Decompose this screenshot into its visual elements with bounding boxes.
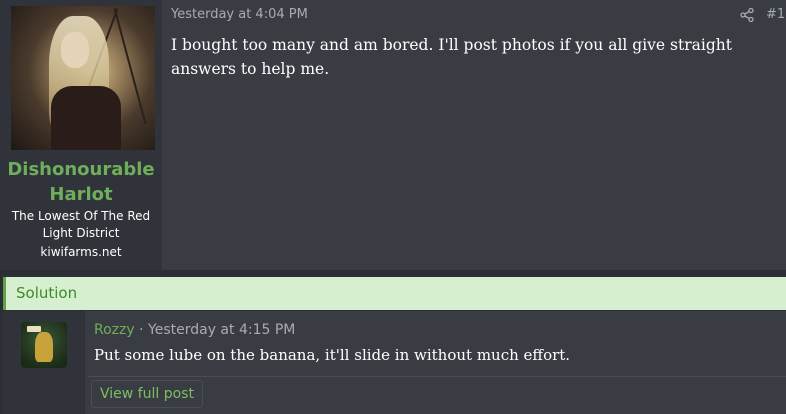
- post-timestamp[interactable]: Yesterday at 4:04 PM: [171, 7, 308, 22]
- post-username[interactable]: Dishonourable Harlot: [0, 157, 162, 207]
- reply-timestamp[interactable]: Yesterday at 4:15 PM: [148, 322, 295, 338]
- meta-separator: ·: [139, 322, 144, 338]
- reply-meta: Rozzy · Yesterday at 4:15 PM: [94, 322, 295, 338]
- share-icon[interactable]: [739, 7, 755, 23]
- reply-avatar[interactable]: [21, 322, 67, 368]
- post-body: I bought too many and am bored. I'll pos…: [171, 36, 732, 78]
- reply-username[interactable]: Rozzy: [94, 322, 135, 338]
- post-user-sidebar: Dishonourable Harlot The Lowest Of The R…: [0, 0, 162, 270]
- divider: [88, 376, 786, 377]
- solution-label: Solution: [16, 284, 78, 302]
- user-site-banner: kiwifarms.net: [40, 245, 122, 259]
- user-avatar[interactable]: [11, 6, 155, 150]
- reply-body: Put some lube on the banana, it'll slide…: [94, 346, 571, 364]
- view-full-post-button[interactable]: View full post: [91, 380, 203, 408]
- user-title: The Lowest Of The Red Light District: [11, 209, 151, 240]
- post: Dishonourable Harlot The Lowest Of The R…: [0, 0, 786, 270]
- solution-header: Solution: [3, 277, 786, 310]
- post-number-link[interactable]: #1: [766, 7, 785, 22]
